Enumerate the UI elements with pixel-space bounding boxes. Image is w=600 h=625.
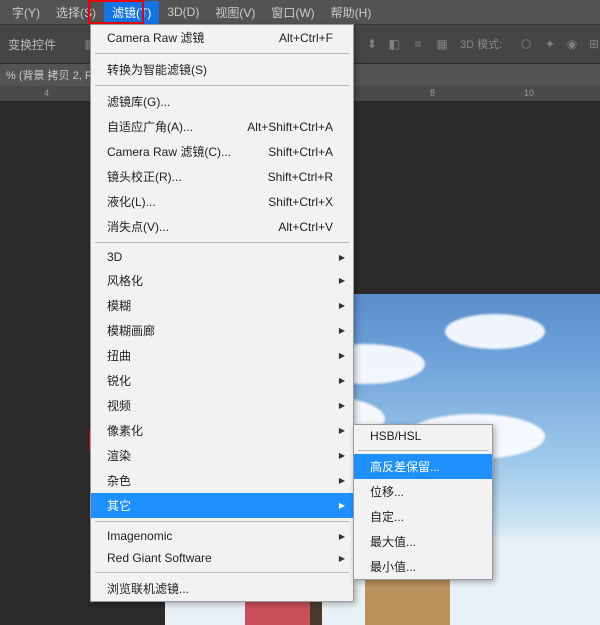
menu-blur-gallery[interactable]: 模糊画廊▶ — [91, 318, 353, 343]
document-tab-label: % (背景 拷贝 2, R — [6, 67, 93, 83]
menu-video[interactable]: 视频▶ — [91, 393, 353, 418]
menu-3d[interactable]: 3D▶ — [91, 246, 353, 268]
mode-3d-label: 3D 模式: — [460, 36, 502, 52]
submenu-hsb-hsl[interactable]: HSB/HSL — [354, 425, 492, 447]
submenu-minimum[interactable]: 最小值... — [354, 554, 492, 579]
menu-item-select[interactable]: 选择(S) — [48, 1, 104, 24]
toolbar-icon-3[interactable]: ≡ — [408, 34, 428, 54]
submenu-arrow-icon: ▶ — [339, 501, 345, 510]
menu-other[interactable]: 其它▶ — [91, 493, 353, 518]
submenu-arrow-icon: ▶ — [339, 401, 345, 410]
menu-red-giant[interactable]: Red Giant Software▶ — [91, 547, 353, 569]
menu-adaptive-wide-angle[interactable]: 自适应广角(A)...Alt+Shift+Ctrl+A — [91, 114, 353, 139]
menu-separator — [95, 53, 349, 54]
mode-3d-icon-4[interactable]: ⊞ — [584, 34, 600, 54]
submenu-arrow-icon: ▶ — [339, 532, 345, 541]
submenu-arrow-icon: ▶ — [339, 301, 345, 310]
menu-separator — [95, 572, 349, 573]
submenu-maximum[interactable]: 最大值... — [354, 529, 492, 554]
menu-separator — [95, 85, 349, 86]
filter-dropdown-menu: Camera Raw 滤镜Alt+Ctrl+F 转换为智能滤镜(S) 滤镜库(G… — [90, 24, 354, 602]
submenu-arrow-icon: ▶ — [339, 276, 345, 285]
toolbar-icon-4[interactable]: ▦ — [432, 34, 452, 54]
submenu-arrow-icon: ▶ — [339, 326, 345, 335]
submenu-arrow-icon: ▶ — [339, 554, 345, 563]
mode-3d-icon-1[interactable]: ⬡ — [516, 34, 536, 54]
menu-render[interactable]: 渲染▶ — [91, 443, 353, 468]
menu-browse-online[interactable]: 浏览联机滤镜... — [91, 576, 353, 601]
mode-3d-icon-3[interactable]: ◉ — [562, 34, 582, 54]
menu-blur[interactable]: 模糊▶ — [91, 293, 353, 318]
menu-sharpen[interactable]: 锐化▶ — [91, 368, 353, 393]
submenu-custom[interactable]: 自定... — [354, 504, 492, 529]
ruler-mark: 10 — [524, 88, 534, 98]
submenu-arrow-icon: ▶ — [339, 351, 345, 360]
submenu-arrow-icon: ▶ — [339, 426, 345, 435]
submenu-high-pass[interactable]: 高反差保留... — [354, 454, 492, 479]
menu-item-help[interactable]: 帮助(H) — [323, 1, 380, 24]
menu-camera-raw-filter[interactable]: Camera Raw 滤镜Alt+Ctrl+F — [91, 25, 353, 50]
menu-item-view[interactable]: 视图(V) — [207, 1, 263, 24]
submenu-arrow-icon: ▶ — [339, 253, 345, 262]
ruler-mark: 8 — [430, 88, 435, 98]
menu-stylize[interactable]: 风格化▶ — [91, 268, 353, 293]
submenu-arrow-icon: ▶ — [339, 376, 345, 385]
menu-imagenomic[interactable]: Imagenomic▶ — [91, 525, 353, 547]
menu-liquify[interactable]: 液化(L)...Shift+Ctrl+X — [91, 189, 353, 214]
menu-camera-raw-filter-c[interactable]: Camera Raw 滤镜(C)...Shift+Ctrl+A — [91, 139, 353, 164]
menu-bar: 字(Y) 选择(S) 滤镜(T) 3D(D) 视图(V) 窗口(W) 帮助(H) — [0, 0, 600, 24]
menu-filter-gallery[interactable]: 滤镜库(G)... — [91, 89, 353, 114]
submenu-offset[interactable]: 位移... — [354, 479, 492, 504]
menu-vanishing-point[interactable]: 消失点(V)...Alt+Ctrl+V — [91, 214, 353, 239]
submenu-arrow-icon: ▶ — [339, 476, 345, 485]
menu-item-type[interactable]: 字(Y) — [4, 1, 48, 24]
menu-separator — [358, 450, 488, 451]
other-submenu: HSB/HSL 高反差保留... 位移... 自定... 最大值... 最小值.… — [353, 424, 493, 580]
menu-separator — [95, 242, 349, 243]
toolbar-icon-1[interactable]: ⬍ — [362, 34, 382, 54]
menu-lens-correction[interactable]: 镜头校正(R)...Shift+Ctrl+R — [91, 164, 353, 189]
menu-item-3d[interactable]: 3D(D) — [159, 2, 207, 22]
menu-item-window[interactable]: 窗口(W) — [263, 1, 322, 24]
submenu-arrow-icon: ▶ — [339, 451, 345, 460]
menu-pixelate[interactable]: 像素化▶ — [91, 418, 353, 443]
menu-item-filter[interactable]: 滤镜(T) — [104, 1, 159, 24]
transform-controls-label: 变换控件 — [8, 36, 56, 53]
ruler-mark: 4 — [44, 88, 49, 98]
mode-3d-icon-2[interactable]: ✦ — [540, 34, 560, 54]
menu-noise[interactable]: 杂色▶ — [91, 468, 353, 493]
toolbar-icon-2[interactable]: ◧ — [384, 34, 404, 54]
menu-convert-smart-filter[interactable]: 转换为智能滤镜(S) — [91, 57, 353, 82]
menu-separator — [95, 521, 349, 522]
menu-distort[interactable]: 扭曲▶ — [91, 343, 353, 368]
